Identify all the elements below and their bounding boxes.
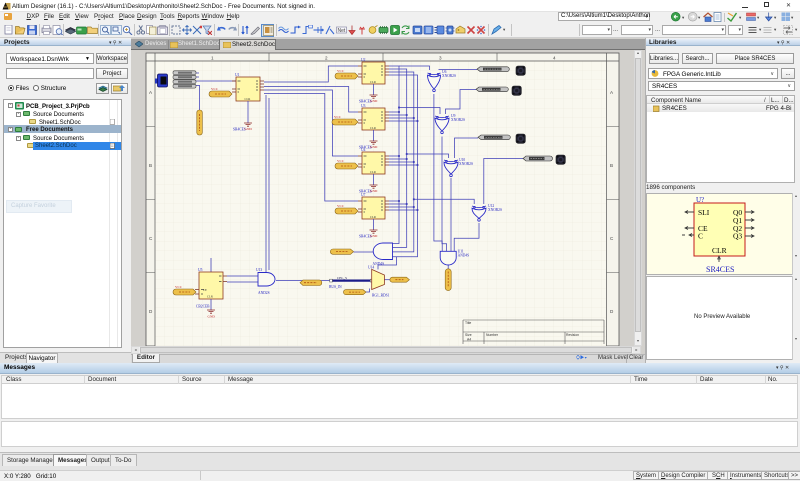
svg-text:CLR: CLR: [370, 80, 376, 84]
svg-text:GND: GND: [208, 315, 216, 319]
svg-text:AND4S: AND4S: [458, 254, 470, 258]
svg-text:GND: GND: [370, 234, 378, 238]
svg-text:XNOR2S: XNOR2S: [451, 118, 465, 122]
svg-text:CLR: CLR: [207, 295, 213, 299]
svg-text:XNOR2S: XNOR2S: [459, 162, 473, 166]
svg-text:U4: U4: [361, 148, 366, 152]
svg-text:A4: A4: [467, 338, 471, 342]
svg-text:VCC: VCC: [337, 159, 345, 163]
svg-text:VCC: VCC: [211, 87, 219, 91]
svg-text:Title: Title: [465, 321, 471, 325]
svg-text:1: 1: [211, 56, 214, 61]
svg-text:CEL_S: CEL_S: [337, 276, 347, 280]
svg-text:VCC: VCC: [337, 204, 345, 208]
svg-text:U3: U3: [361, 104, 366, 108]
svg-text:U1: U1: [235, 73, 240, 77]
svg-text:U7: U7: [361, 193, 366, 197]
svg-text:Revision: Revision: [566, 333, 579, 337]
svg-text:RG1_RDS1: RG1_RDS1: [372, 294, 390, 298]
svg-text:C: C: [698, 232, 703, 241]
svg-text:SLI: SLI: [698, 208, 710, 217]
svg-text:VCC: VCC: [337, 69, 345, 73]
svg-text:B: B: [149, 163, 152, 168]
svg-text:GND: GND: [370, 145, 378, 149]
svg-text:CE: CE: [203, 288, 207, 292]
svg-text:3: 3: [439, 56, 442, 61]
svg-text:XNOR2S: XNOR2S: [442, 74, 456, 78]
svg-text:SR4CES: SR4CES: [706, 265, 734, 274]
svg-text:XNOR2S: XNOR2S: [488, 208, 502, 212]
svg-text:B: B: [610, 163, 613, 168]
svg-text:CB2CEB: CB2CEB: [196, 305, 210, 309]
svg-text:CLR: CLR: [245, 97, 251, 101]
svg-text:CLR: CLR: [370, 126, 376, 130]
svg-text:4: 4: [553, 56, 556, 61]
svg-text:CLR: CLR: [370, 215, 376, 219]
svg-text:U5: U5: [198, 268, 203, 272]
svg-text:Size: Size: [465, 333, 472, 337]
svg-text:U2: U2: [361, 58, 366, 62]
svg-text:Number: Number: [486, 333, 499, 337]
svg-text:AND4S: AND4S: [373, 262, 385, 266]
svg-text:Q3: Q3: [733, 232, 742, 241]
svg-text:GND: GND: [370, 189, 378, 193]
svg-text:U13: U13: [256, 268, 262, 272]
svg-text:2: 2: [325, 56, 328, 61]
svg-text:VCC: VCC: [175, 285, 183, 289]
svg-text:CLR: CLR: [712, 246, 727, 255]
svg-text:GND: GND: [245, 127, 253, 131]
svg-text:AND2S: AND2S: [258, 291, 270, 295]
svg-text:BUS_IN: BUS_IN: [329, 285, 342, 289]
svg-text:GND: GND: [370, 99, 378, 103]
svg-text:VCC: VCC: [334, 115, 342, 119]
svg-text:U14: U14: [368, 266, 374, 270]
svg-text:CLR: CLR: [370, 170, 376, 174]
svg-text:Net: Net: [338, 28, 346, 34]
